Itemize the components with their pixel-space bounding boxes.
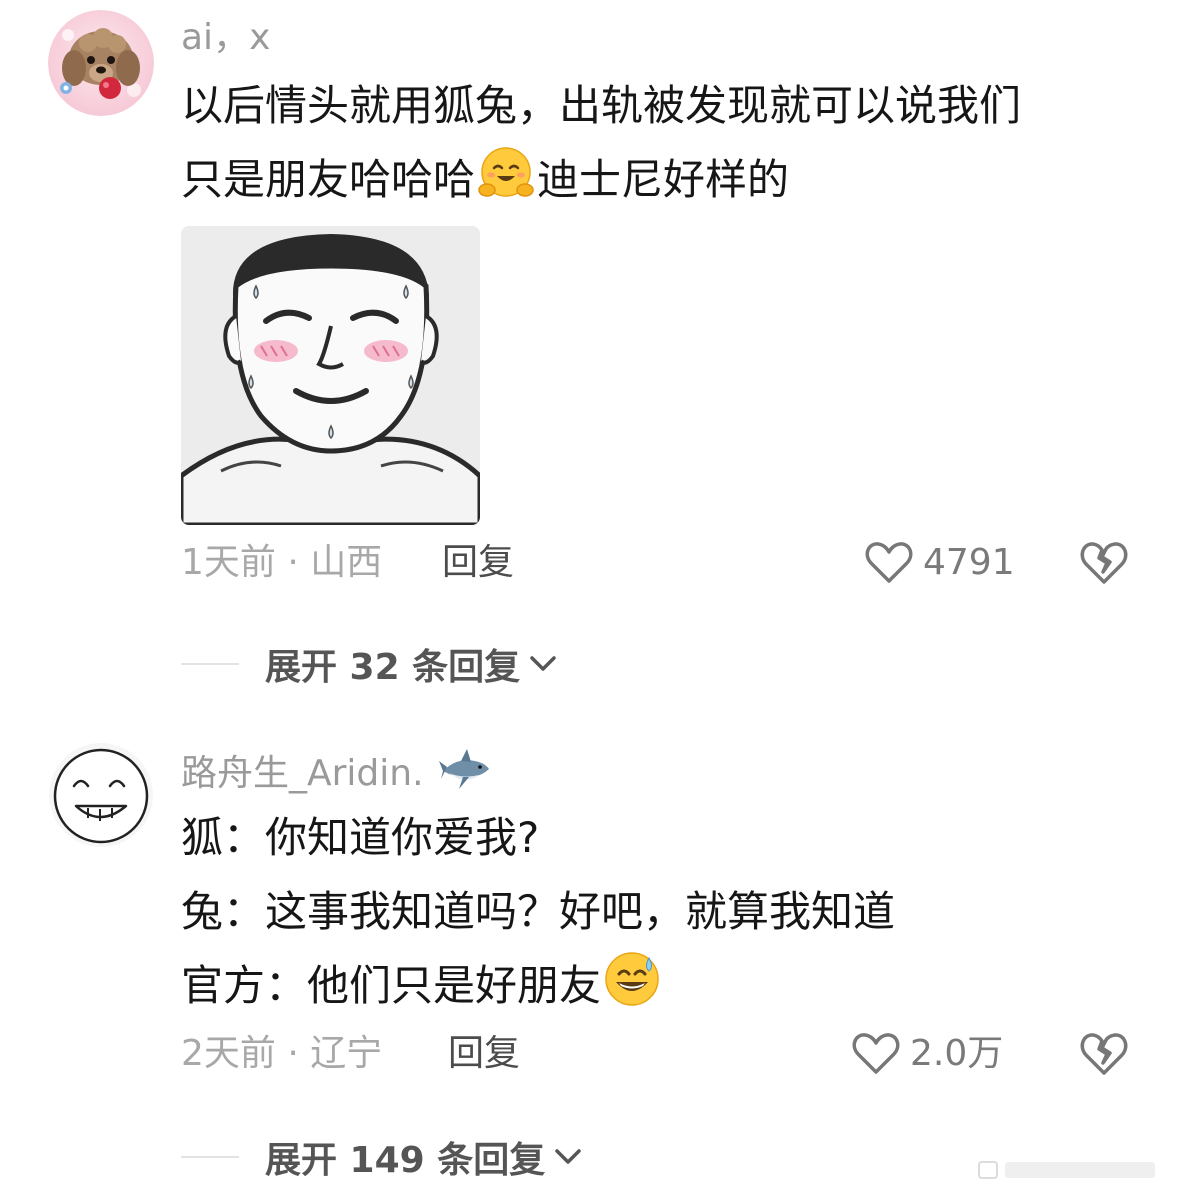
user-avatar[interactable]: [48, 742, 154, 848]
broken-heart-icon[interactable]: [1080, 1031, 1128, 1077]
poodle-avatar-icon: [48, 10, 154, 116]
like-button[interactable]: 2.0万: [852, 1032, 1003, 1076]
comment-item: 路舟生_Aridin. 狐：你知道你爱我? 兔：这事我知道吗？好吧，就算我知道 …: [0, 730, 1179, 1194]
heart-outline-icon: [865, 542, 913, 583]
meta-separator: ·: [275, 542, 311, 583]
comment-text: 官方：他们只是好朋友: [181, 961, 602, 1010]
comment-meta: 2天前 · 辽宁: [181, 1032, 382, 1076]
heart-outline-icon: [852, 1033, 900, 1074]
expand-divider-line: [181, 663, 239, 665]
smiley-doodle-avatar-icon: [49, 743, 153, 847]
username[interactable]: ai，x: [181, 16, 270, 60]
user-avatar[interactable]: [48, 10, 154, 116]
grinning-sweat-emoji-icon: [605, 952, 659, 1006]
comment-body: 以后情头就用狐兔，出轨被发现就可以说我们 只是朋友哈哈哈 迪士尼好样的: [181, 69, 1141, 217]
comment-location: 辽宁: [310, 1033, 383, 1074]
comment-line: 只是朋友哈哈哈 迪士尼好样的: [181, 143, 1141, 217]
like-count: 2.0万: [910, 1033, 1004, 1074]
comment-text: 只是朋友哈哈哈: [181, 155, 476, 204]
comment-text: 以后情头就用狐兔，出轨被发现就可以说我们: [181, 81, 1022, 130]
comment-text: 兔：这事我知道吗？好吧，就算我知道: [181, 887, 896, 936]
comment-line: 兔：这事我知道吗？好吧，就算我知道: [181, 875, 1141, 949]
comment-sticker-image[interactable]: [181, 226, 480, 525]
comment-body: 狐：你知道你爱我? 兔：这事我知道吗？好吧，就算我知道 官方：他们只是好朋友: [181, 801, 1141, 1023]
broken-heart-icon[interactable]: [1080, 540, 1128, 586]
comment-time: 1天前: [181, 542, 276, 583]
comment-meta: 1天前 · 山西: [181, 541, 382, 585]
comment-location: 山西: [310, 542, 383, 583]
expand-replies-button[interactable]: 展开 149 条回复: [181, 1135, 583, 1181]
comment-time: 2天前: [181, 1033, 276, 1074]
watermark-logo: [978, 1161, 1155, 1179]
expand-replies-label: 展开 32 条回复: [265, 647, 521, 688]
like-button[interactable]: 4791: [865, 541, 1015, 585]
comment-text: 狐：你知道你爱我?: [181, 813, 540, 862]
expand-divider-line: [181, 1156, 239, 1158]
shark-emoji-icon: [439, 749, 489, 789]
reply-button[interactable]: 回复: [448, 1032, 520, 1076]
username[interactable]: 路舟生_Aridin.: [181, 745, 491, 796]
username-text: 路舟生_Aridin.: [181, 753, 424, 794]
chevron-down-icon: [555, 1149, 581, 1164]
like-count: 4791: [923, 542, 1015, 583]
comment-line: 以后情头就用狐兔，出轨被发现就可以说我们: [181, 69, 1141, 143]
hugging-face-emoji-icon: [478, 147, 534, 197]
reply-button[interactable]: 回复: [442, 541, 514, 585]
expand-replies-label: 展开 149 条回复: [265, 1140, 546, 1181]
meta-separator: ·: [275, 1033, 311, 1074]
meme-sticker-blushing-man-icon: [181, 226, 480, 525]
comment-item: ai，x 以后情头就用狐兔，出轨被发现就可以说我们 只是朋友哈哈哈 迪士尼好样的: [0, 0, 1179, 700]
expand-replies-button[interactable]: 展开 32 条回复: [181, 642, 558, 688]
chevron-down-icon: [530, 656, 556, 671]
comment-text: 迪士尼好样的: [537, 155, 790, 204]
comment-line: 官方：他们只是好朋友: [181, 949, 1141, 1023]
comment-line: 狐：你知道你爱我?: [181, 801, 1141, 875]
